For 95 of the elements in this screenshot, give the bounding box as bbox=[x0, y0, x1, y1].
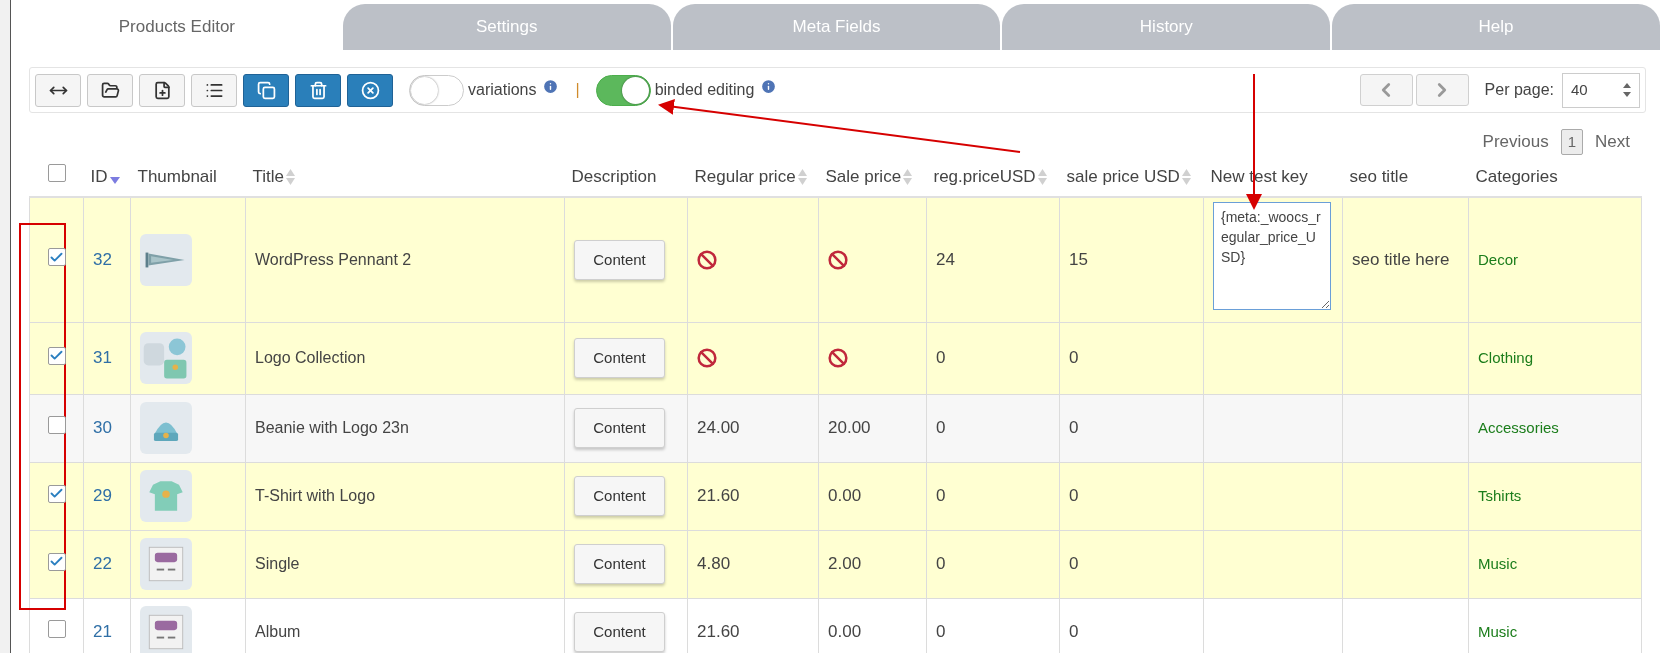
info-icon[interactable] bbox=[760, 77, 778, 95]
toggle-switch[interactable] bbox=[595, 74, 651, 106]
per-page-label: Per page: bbox=[1484, 80, 1554, 100]
price-text: 0 bbox=[1069, 554, 1079, 574]
category-link[interactable]: Accessories bbox=[1478, 419, 1559, 436]
checkbox[interactable] bbox=[47, 164, 66, 182]
product-id-link[interactable]: 29 bbox=[93, 486, 112, 506]
new-file-button[interactable] bbox=[139, 73, 185, 107]
column-header[interactable]: sale price USD bbox=[1066, 163, 1180, 190]
close-icon bbox=[360, 80, 380, 100]
not-allowed-icon bbox=[828, 249, 848, 270]
not-allowed-icon bbox=[697, 348, 717, 368]
sort-descending-icon[interactable] bbox=[109, 176, 120, 185]
category-link[interactable]: Decor bbox=[1478, 250, 1518, 268]
next-page-button[interactable] bbox=[1415, 74, 1469, 106]
toggle-switch[interactable] bbox=[409, 74, 464, 106]
product-id-link[interactable]: 21 bbox=[93, 622, 112, 642]
previous-page-button[interactable] bbox=[1359, 74, 1413, 106]
content-button[interactable]: Content bbox=[574, 476, 665, 516]
price-text: 0 bbox=[1069, 486, 1079, 506]
column-header[interactable]: ID bbox=[90, 163, 108, 190]
category-link[interactable]: Clothing bbox=[1478, 349, 1534, 366]
price-text: 2.00 bbox=[828, 554, 862, 574]
text-area[interactable]: {meta:_woocs_regular_price_USD} bbox=[1213, 202, 1331, 311]
product-title: Logo Collection bbox=[255, 349, 366, 366]
price-text: 24.00 bbox=[697, 418, 740, 438]
product-title: Beanie with Logo 23n bbox=[255, 419, 409, 436]
not-allowed-icon bbox=[828, 348, 848, 368]
content-button[interactable]: Content bbox=[574, 338, 665, 378]
next-link[interactable]: Next bbox=[1595, 129, 1630, 155]
checkbox[interactable] bbox=[47, 415, 66, 434]
price-text: 0.00 bbox=[828, 622, 862, 642]
product-title: WordPress Pennant 2 bbox=[255, 250, 412, 268]
column-header[interactable]: Title bbox=[252, 163, 284, 190]
trash-button[interactable] bbox=[295, 73, 341, 107]
price-text: 0 bbox=[936, 622, 946, 642]
checkbox[interactable] bbox=[47, 346, 66, 365]
category-link[interactable]: Tshirts bbox=[1478, 487, 1522, 504]
column-header[interactable]: seo title bbox=[1349, 163, 1409, 190]
price-text: 0 bbox=[936, 348, 946, 368]
price-text: 0 bbox=[1069, 348, 1079, 368]
content-button[interactable]: Content bbox=[574, 612, 665, 652]
list-button[interactable] bbox=[191, 73, 237, 107]
new-file-icon bbox=[152, 80, 172, 100]
per-page-field[interactable]: 40 bbox=[1562, 72, 1640, 108]
column-header[interactable]: Sale price bbox=[825, 163, 902, 190]
checkbox[interactable] bbox=[47, 552, 66, 571]
trash-icon bbox=[308, 80, 328, 100]
previous-link[interactable]: Previous bbox=[1482, 129, 1549, 155]
product-id-link[interactable]: 22 bbox=[93, 554, 112, 574]
content-button[interactable]: Content bbox=[574, 239, 665, 280]
product-title: T-Shirt with Logo bbox=[255, 487, 376, 504]
separator-text: | bbox=[575, 80, 580, 100]
price-text: 0 bbox=[936, 554, 946, 574]
category-link[interactable]: Music bbox=[1478, 555, 1518, 572]
price-text: 21.60 bbox=[697, 622, 740, 642]
resize-arrows-button[interactable] bbox=[35, 73, 81, 107]
price-text: 15 bbox=[1069, 250, 1088, 269]
close-button[interactable] bbox=[347, 73, 393, 107]
info-icon[interactable] bbox=[542, 77, 560, 95]
price-text: 0 bbox=[936, 418, 946, 438]
product-id-link[interactable]: 31 bbox=[93, 348, 112, 368]
folder-button[interactable] bbox=[87, 73, 133, 107]
price-text: 24 bbox=[936, 250, 955, 269]
price-text: 4.80 bbox=[697, 554, 731, 574]
copy-icon bbox=[256, 80, 276, 100]
copy-button[interactable] bbox=[243, 73, 289, 107]
content-button[interactable]: Content bbox=[574, 408, 665, 448]
folder-icon bbox=[100, 80, 120, 100]
price-text: 0 bbox=[1069, 418, 1079, 438]
price-text: 0 bbox=[936, 486, 946, 506]
not-allowed-icon bbox=[697, 249, 717, 270]
checkbox[interactable] bbox=[47, 248, 66, 267]
seo-title-text: seo title here bbox=[1352, 250, 1450, 269]
column-header[interactable]: Description bbox=[571, 163, 657, 190]
toggle-label: variations bbox=[468, 80, 537, 100]
price-text: 20.00 bbox=[828, 418, 871, 438]
spinner-arrows-icon bbox=[1623, 83, 1631, 97]
product-title: Album bbox=[255, 623, 301, 640]
page-number[interactable]: 1 bbox=[1560, 129, 1584, 155]
checkbox[interactable] bbox=[47, 619, 66, 638]
product-title: Single bbox=[255, 555, 300, 572]
column-header[interactable]: Thumbnail bbox=[137, 163, 217, 190]
price-text: 0.00 bbox=[828, 486, 862, 506]
price-text: 0 bbox=[1069, 622, 1079, 642]
product-id-link[interactable]: 32 bbox=[93, 250, 112, 269]
column-header[interactable]: Categories bbox=[1475, 163, 1558, 190]
price-text: 21.60 bbox=[697, 486, 740, 506]
column-header[interactable]: Regular price bbox=[694, 163, 796, 190]
content-button[interactable]: Content bbox=[574, 544, 665, 584]
checkbox[interactable] bbox=[47, 484, 66, 503]
column-header[interactable]: reg.priceUSD bbox=[933, 163, 1036, 190]
category-link[interactable]: Music bbox=[1478, 623, 1518, 640]
toggle-label: binded editing bbox=[654, 80, 755, 100]
product-id-link[interactable]: 30 bbox=[93, 418, 112, 438]
